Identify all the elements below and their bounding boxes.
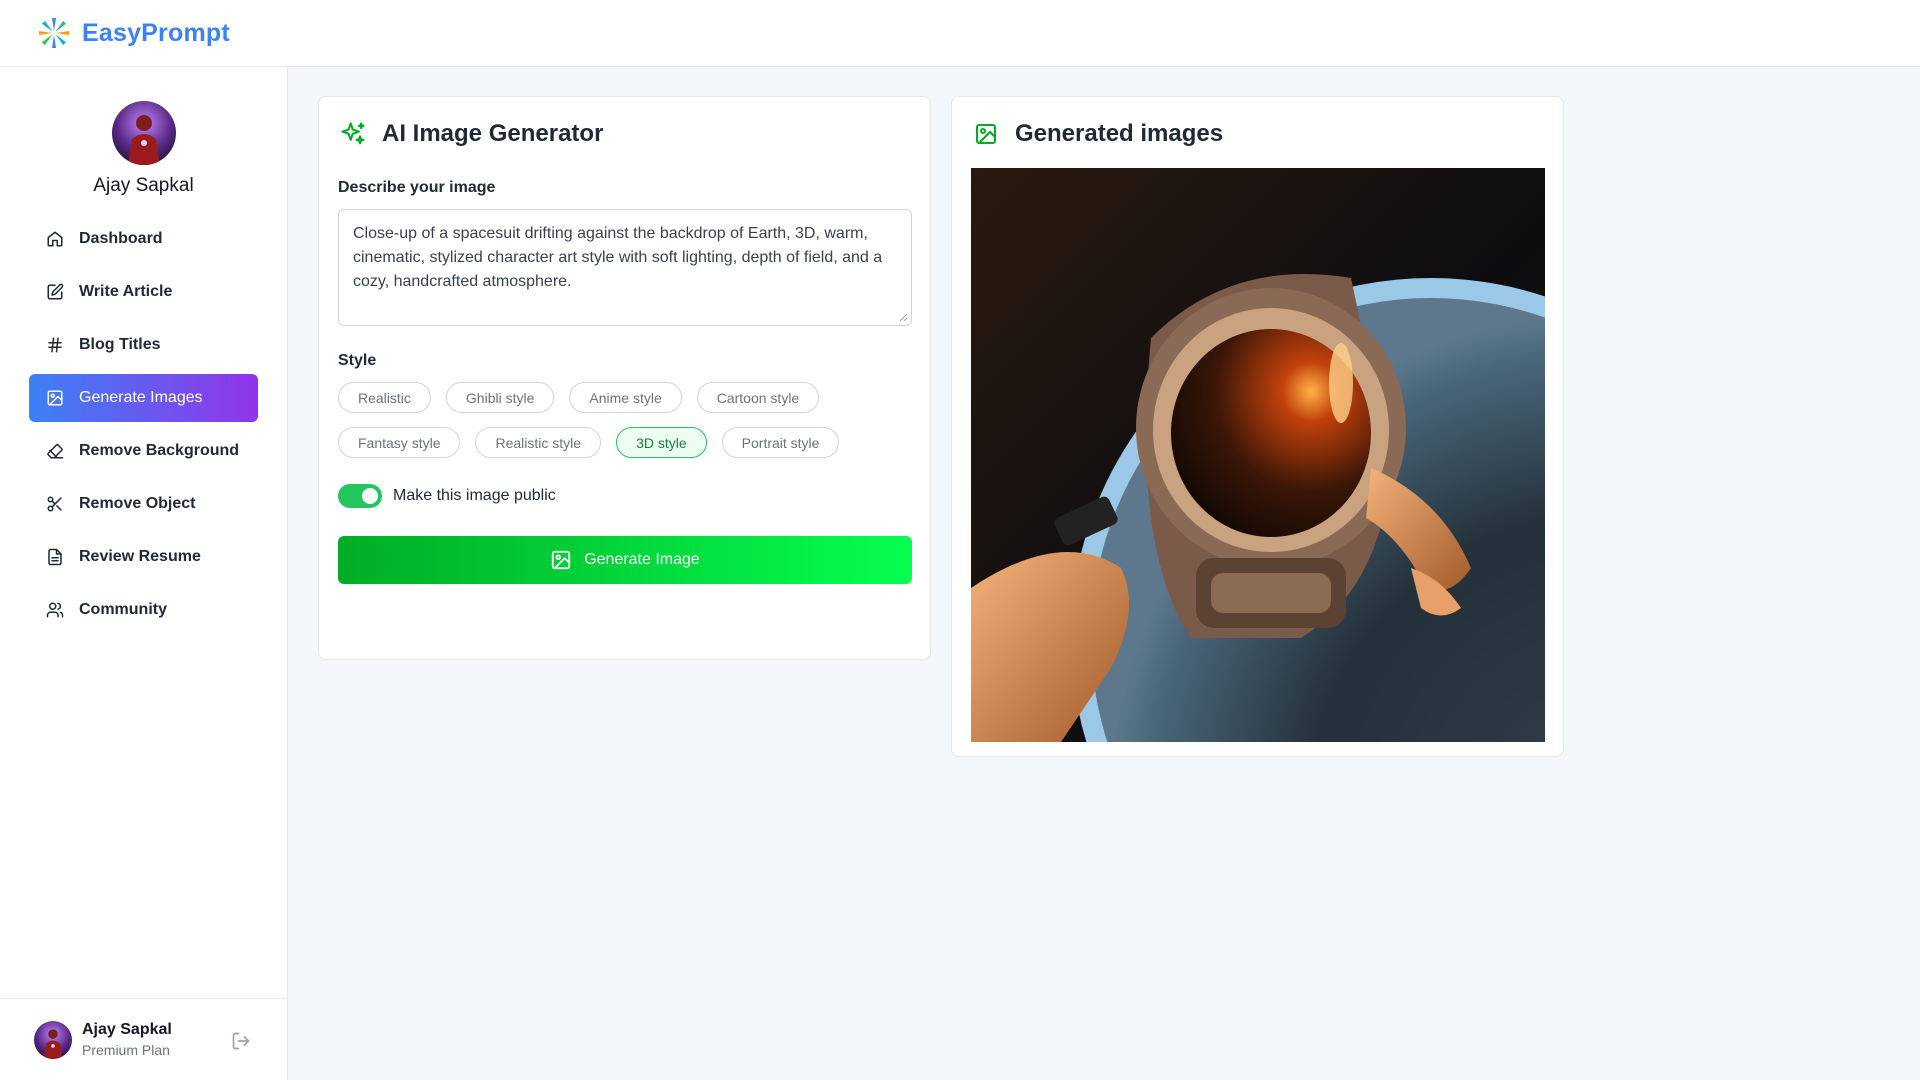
toggle-knob (362, 488, 378, 504)
generated-image[interactable] (971, 168, 1545, 742)
image-icon (971, 119, 1001, 149)
style-chip-cartoon[interactable]: Cartoon style (696, 382, 820, 413)
sparkles-icon (338, 119, 368, 149)
scissors-icon (45, 494, 65, 514)
profile-name: Ajay Sapkal (93, 175, 194, 196)
sidebar-item-label: Write Article (79, 283, 173, 300)
style-chip-portrait[interactable]: Portrait style (721, 427, 840, 458)
sidebar: Ajay Sapkal Dashboard Write Article Blog… (0, 67, 288, 1080)
style-chip-fantasy[interactable]: Fantasy style (338, 427, 461, 458)
sidebar-item-remove-object[interactable]: Remove Object (29, 480, 258, 528)
sidebar-profile: Ajay Sapkal (0, 67, 287, 197)
logo-icon (39, 18, 69, 48)
user-plan: Premium Plan (82, 1042, 170, 1058)
sidebar-item-blog-titles[interactable]: Blog Titles (29, 321, 258, 369)
logout-icon (232, 1032, 250, 1050)
user-name: Ajay Sapkal (82, 1021, 172, 1038)
page-title: AI Image Generator (382, 120, 604, 147)
style-chip-realistic-style[interactable]: Realistic style (475, 427, 602, 458)
generate-button-label: Generate Image (584, 551, 700, 568)
edit-icon (45, 282, 65, 302)
public-toggle-label: Make this image public (393, 487, 556, 504)
image-generator-card: AI Image Generator Describe your image C… (318, 96, 931, 660)
avatar[interactable] (111, 101, 176, 165)
top-bar: EasyPrompt (0, 0, 1920, 67)
sidebar-item-label: Generate Images (79, 389, 203, 406)
describe-label: Describe your image (338, 179, 496, 196)
sidebar-user-footer: Ajay Sapkal Premium Plan (0, 998, 287, 1080)
results-header: Generated images (971, 117, 1544, 151)
user-info: Ajay Sapkal Premium Plan (82, 1021, 172, 1058)
image-icon (45, 388, 65, 408)
style-options: Realistic Ghibli style Anime style Carto… (338, 382, 912, 472)
avatar[interactable] (34, 1020, 72, 1059)
sidebar-item-label: Dashboard (79, 230, 163, 247)
prompt-text: Close-up of a spacesuit drifting against… (353, 225, 883, 290)
generate-image-button[interactable]: Generate Image (338, 536, 912, 584)
sidebar-nav: Dashboard Write Article Blog Titles Gene… (0, 215, 287, 634)
hash-icon (45, 335, 65, 355)
sidebar-item-label: Remove Object (79, 495, 196, 512)
sidebar-item-community[interactable]: Community (29, 586, 258, 634)
users-icon (45, 600, 65, 620)
style-label: Style (338, 352, 377, 369)
sidebar-item-generate-images[interactable]: Generate Images (29, 374, 258, 422)
style-chip-3d[interactable]: 3D style (616, 427, 707, 458)
public-toggle-row: Make this image public (338, 484, 911, 508)
prompt-textarea[interactable]: Close-up of a spacesuit drifting against… (338, 209, 912, 326)
resize-handle-icon[interactable] (899, 313, 908, 322)
sidebar-item-review-resume[interactable]: Review Resume (29, 533, 258, 581)
sidebar-item-remove-background[interactable]: Remove Background (29, 427, 258, 475)
generator-header: AI Image Generator (338, 117, 911, 151)
sidebar-item-label: Review Resume (79, 548, 201, 565)
style-chip-anime[interactable]: Anime style (569, 382, 682, 413)
app-name[interactable]: EasyPrompt (82, 19, 230, 48)
home-icon (45, 229, 65, 249)
eraser-icon (45, 441, 65, 461)
sidebar-item-write-article[interactable]: Write Article (29, 268, 258, 316)
image-icon (550, 549, 572, 571)
logout-button[interactable] (229, 1029, 253, 1053)
sidebar-item-label: Remove Background (79, 442, 240, 459)
generated-images-card: Generated images (951, 96, 1564, 757)
sidebar-item-label: Blog Titles (79, 336, 161, 353)
public-toggle[interactable] (338, 484, 382, 508)
file-text-icon (45, 547, 65, 567)
style-chip-realistic[interactable]: Realistic (338, 382, 431, 413)
sidebar-item-dashboard[interactable]: Dashboard (29, 215, 258, 263)
sidebar-item-label: Community (79, 601, 167, 618)
results-title: Generated images (1015, 120, 1224, 147)
style-chip-ghibli[interactable]: Ghibli style (445, 382, 555, 413)
